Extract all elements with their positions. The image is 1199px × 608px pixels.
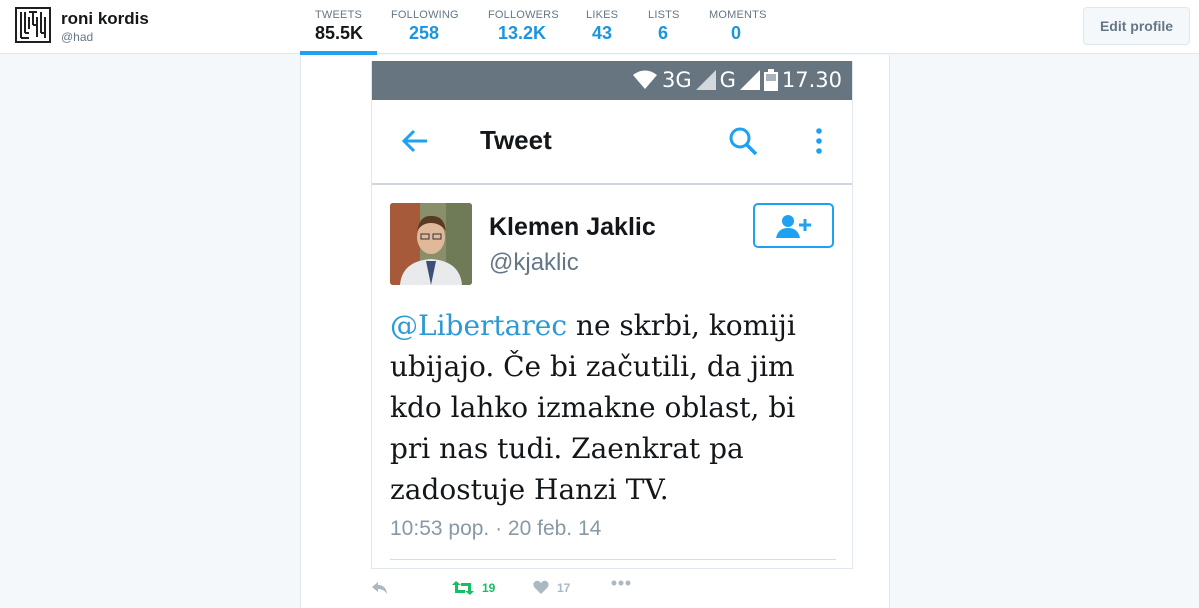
- tweet-actions: 19 17: [371, 580, 671, 602]
- nav-value: 85.5K: [315, 23, 364, 43]
- follow-icon: [775, 214, 811, 238]
- heart-icon: [533, 580, 549, 594]
- profile-nav-bar: roni kordis @had TWEETS 85.5K FOLLOWING …: [0, 0, 1199, 55]
- nav-followers[interactable]: FOLLOWERS 13.2K: [488, 0, 568, 54]
- more-vertical-icon[interactable]: [809, 126, 829, 156]
- app-title: Tweet: [480, 125, 552, 155]
- tweet-timestamp: 10:53 pop. · 20 feb. 14: [390, 517, 602, 540]
- tweet-mention-link[interactable]: @Libertarec: [390, 309, 567, 342]
- back-arrow-icon[interactable]: [400, 126, 430, 156]
- signal-icon: [739, 70, 760, 90]
- wifi-icon: [632, 70, 657, 89]
- profile-handle: @had: [61, 30, 94, 44]
- divider: [390, 559, 836, 560]
- nav-label: TWEETS: [315, 9, 363, 21]
- nav-value: 258: [409, 23, 440, 43]
- phone-status-bar: 3G G 17.30: [372, 61, 852, 100]
- nav-value: 43: [592, 23, 613, 43]
- network-label-g: G: [719, 68, 736, 92]
- nav-lists[interactable]: LISTS 6: [648, 0, 688, 54]
- profile-avatar[interactable]: [15, 7, 51, 43]
- retweet-count: 19: [482, 581, 496, 595]
- nav-label: LISTS: [648, 9, 680, 21]
- author-photo: [390, 203, 472, 285]
- signal-icon: [695, 70, 716, 90]
- author-avatar[interactable]: [390, 203, 472, 285]
- tweet-screenshot-image[interactable]: 3G G 17.30 Tweet Klemen Jaklic @kjaklic …: [371, 61, 853, 569]
- nav-likes[interactable]: LIKES 43: [586, 0, 626, 54]
- tweet-text: @Libertarec ne skrbi, komiji ubijajo. Če…: [390, 305, 840, 510]
- status-time: 17.30: [781, 68, 842, 92]
- more-actions-button[interactable]: [611, 580, 631, 586]
- retweet-button[interactable]: 19: [452, 580, 495, 596]
- like-count: 17: [557, 580, 571, 595]
- more-dots-icon: [611, 580, 631, 586]
- nav-value: 0: [731, 23, 742, 43]
- nav-moments[interactable]: MOMENTS 0: [709, 0, 769, 54]
- nav-label: LIKES: [586, 9, 619, 21]
- reply-button[interactable]: [371, 580, 389, 596]
- nav-label: FOLLOWING: [391, 9, 459, 21]
- edit-profile-button[interactable]: Edit profile: [1083, 7, 1190, 45]
- nav-label: MOMENTS: [709, 9, 767, 21]
- battery-icon: [763, 69, 778, 91]
- retweet-icon: [452, 581, 474, 595]
- nav-value: 13.2K: [498, 23, 547, 43]
- network-label-3g: 3G: [661, 68, 692, 92]
- like-button[interactable]: 17: [533, 580, 570, 595]
- maze-logo-icon: [20, 11, 46, 39]
- search-icon[interactable]: [728, 126, 758, 156]
- nav-label: FOLLOWERS: [488, 9, 559, 21]
- author-name[interactable]: Klemen Jaklic: [489, 213, 656, 242]
- follow-button[interactable]: [753, 203, 834, 248]
- author-handle: @kjaklic: [489, 249, 579, 276]
- nav-following[interactable]: FOLLOWING 258: [391, 0, 471, 54]
- tweet-app-bar: Tweet: [372, 100, 852, 185]
- reply-icon: [372, 582, 387, 594]
- profile-name[interactable]: roni kordis: [61, 9, 149, 29]
- nav-value: 6: [658, 23, 669, 43]
- nav-tweets[interactable]: TWEETS 85.5K: [300, 0, 377, 55]
